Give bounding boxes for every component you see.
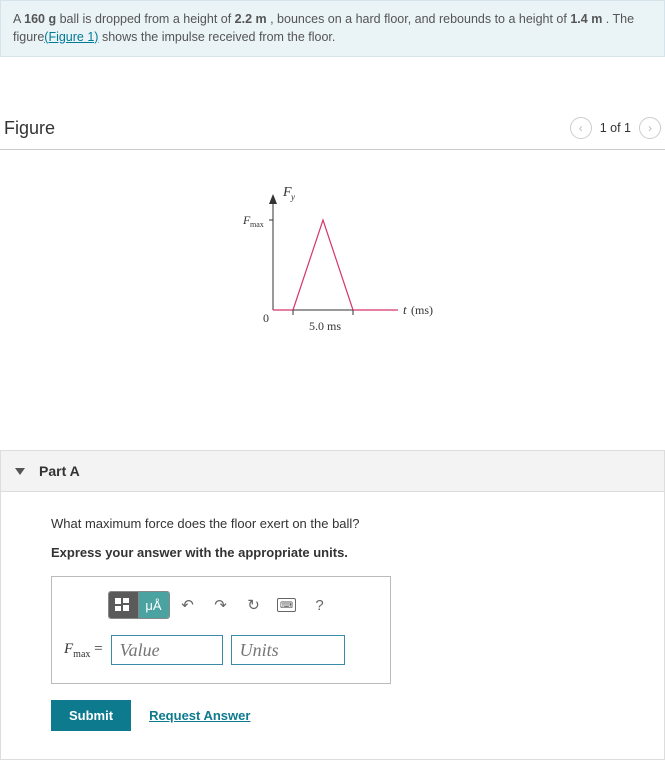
- problem-statement: A 160 g ball is dropped from a height of…: [0, 0, 665, 57]
- pager-text: 1 of 1: [600, 121, 631, 135]
- question-text: What maximum force does the floor exert …: [51, 516, 640, 531]
- x-origin-label: 0: [263, 311, 269, 325]
- pager-prev-button[interactable]: ‹: [570, 117, 592, 139]
- height1-value: 2.2 m: [235, 12, 267, 26]
- value-input[interactable]: [111, 635, 223, 665]
- text: A: [13, 12, 24, 26]
- svg-text:max: max: [250, 220, 264, 229]
- pager-next-button[interactable]: ›: [639, 117, 661, 139]
- x-tick-label: 5.0 ms: [309, 319, 341, 333]
- keyboard-button[interactable]: ⌨: [272, 592, 302, 618]
- part-header[interactable]: Part A: [1, 451, 664, 492]
- lhs-symbol: Fmax =: [64, 641, 103, 660]
- figure-title: Figure: [4, 118, 55, 139]
- instruction-text: Express your answer with the appropriate…: [51, 545, 640, 560]
- redo-button[interactable]: ↷: [206, 592, 236, 618]
- answer-box: μÅ ↶ ↷ ↻ ⌨ ? Fmax =: [51, 576, 391, 684]
- figure-pager: ‹ 1 of 1 ›: [570, 117, 661, 139]
- part-title: Part A: [39, 463, 80, 479]
- answer-toolbar: μÅ ↶ ↷ ↻ ⌨ ?: [64, 591, 378, 619]
- text: shows the impulse received from the floo…: [98, 30, 335, 44]
- greek-button[interactable]: μÅ: [139, 592, 169, 618]
- caret-down-icon: [15, 468, 25, 475]
- height2-value: 1.4 m: [570, 12, 602, 26]
- text: ball is dropped from a height of: [56, 12, 235, 26]
- request-answer-link[interactable]: Request Answer: [149, 708, 250, 723]
- reset-button[interactable]: ↻: [239, 592, 269, 618]
- svg-text:y: y: [290, 192, 295, 202]
- part-panel: Part A What maximum force does the floor…: [0, 450, 665, 760]
- figure-link[interactable]: (Figure 1): [44, 30, 98, 44]
- impulse-chart: F y F max 0 5.0 ms t (ms): [213, 180, 453, 350]
- tool-group: μÅ: [108, 591, 170, 619]
- submit-button[interactable]: Submit: [51, 700, 131, 731]
- answer-row: Fmax =: [64, 635, 378, 665]
- text: , bounces on a hard floor, and rebounds …: [267, 12, 571, 26]
- template-button[interactable]: [109, 592, 139, 618]
- svg-text:t: t: [403, 302, 407, 317]
- mass-value: 160 g: [24, 12, 56, 26]
- svg-text:(ms): (ms): [411, 303, 433, 317]
- undo-button[interactable]: ↶: [173, 592, 203, 618]
- help-button[interactable]: ?: [305, 592, 335, 618]
- figure-canvas: F y F max 0 5.0 ms t (ms): [0, 150, 665, 360]
- figure-header: Figure ‹ 1 of 1 ›: [0, 117, 665, 150]
- part-body: What maximum force does the floor exert …: [1, 492, 664, 759]
- actions-row: Submit Request Answer: [51, 700, 640, 731]
- units-input[interactable]: [231, 635, 345, 665]
